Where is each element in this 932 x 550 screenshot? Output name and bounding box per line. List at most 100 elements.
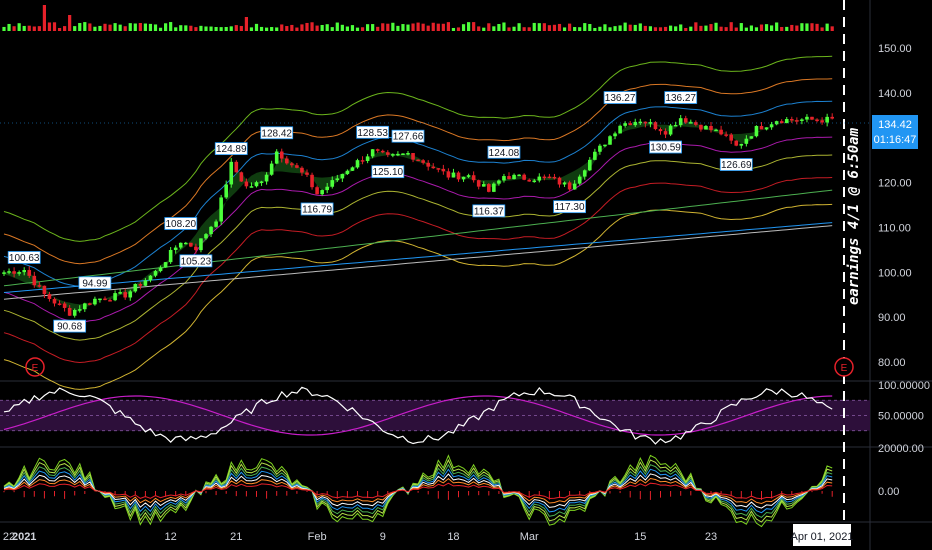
volume-bar xyxy=(699,25,703,31)
candle xyxy=(229,158,234,188)
volume-bar xyxy=(335,22,339,31)
time-tick-label: 18 xyxy=(447,531,459,543)
price-label: 130.59 xyxy=(649,140,682,154)
candle-body xyxy=(512,174,516,180)
price-label: 116.37 xyxy=(472,204,506,217)
candle-body xyxy=(790,119,794,121)
volume-bar xyxy=(830,26,834,31)
candle-body xyxy=(598,145,602,152)
candle-body xyxy=(431,166,436,169)
volume-bar xyxy=(7,23,11,31)
candle-body xyxy=(83,303,87,310)
volume-bar xyxy=(209,26,213,31)
volume-bar xyxy=(52,22,57,31)
candle-body xyxy=(658,129,663,132)
price-label: 124.08 xyxy=(487,145,521,159)
earnings-marker-left[interactable]: E xyxy=(25,357,45,377)
candle-body xyxy=(88,303,92,305)
time-tick-label: Feb xyxy=(308,531,327,543)
moving-average-green xyxy=(3,189,833,287)
volume-bar xyxy=(694,22,698,31)
candle-body xyxy=(2,272,6,274)
candle-body xyxy=(603,144,607,147)
volume-bar xyxy=(57,27,62,31)
volume-bar xyxy=(593,27,597,31)
candle-body xyxy=(93,298,97,305)
volume-bar xyxy=(133,23,137,31)
volume-bar xyxy=(229,26,233,31)
candle-body xyxy=(517,174,521,177)
candle-body xyxy=(148,275,153,281)
price-label-text: 90.68 xyxy=(57,322,82,333)
volume-bar xyxy=(280,24,284,31)
volume-bar xyxy=(426,25,430,31)
volume-bars xyxy=(2,5,834,31)
price-tick-label: 80.00 xyxy=(878,357,906,369)
candle-body xyxy=(204,234,208,239)
candle xyxy=(790,116,794,124)
price-chart[interactable]: 100.63 94.99 90.68 108.20 105.23 124.89 128.42… xyxy=(0,0,932,550)
volume-bar xyxy=(37,26,41,31)
volume-bar xyxy=(658,27,663,31)
price-label: 136.27 xyxy=(664,91,698,104)
candle-body xyxy=(492,183,496,192)
candle xyxy=(163,261,168,268)
time-tick-label: 9 xyxy=(380,531,386,543)
candle-body xyxy=(72,310,77,316)
candle-body xyxy=(749,136,754,139)
volume-bar xyxy=(219,27,223,31)
momentum-tick-label: 0.00 xyxy=(878,486,899,498)
candle-body xyxy=(158,267,163,272)
volume-bar xyxy=(643,25,647,31)
candle-body xyxy=(724,134,728,136)
volume-bar xyxy=(502,22,506,31)
volume-bar xyxy=(825,23,829,31)
candle-body xyxy=(279,151,284,159)
volume-bar xyxy=(810,23,814,31)
volume-bar xyxy=(138,22,142,31)
candle-body xyxy=(62,303,67,308)
volume-bar xyxy=(578,27,582,31)
price-label: 128.53 xyxy=(356,125,390,139)
price-label-text: 124.08 xyxy=(489,148,520,159)
candle-body xyxy=(168,249,173,263)
candle-body xyxy=(436,168,441,170)
volume-bar xyxy=(345,26,349,31)
volume-bar xyxy=(249,27,254,31)
candle xyxy=(719,125,723,136)
volume-bar xyxy=(482,27,486,31)
current-date-tag: Apr 01, 2021 xyxy=(791,524,854,546)
volume-bar xyxy=(714,22,718,31)
volume-bar xyxy=(381,23,385,31)
candle-body xyxy=(411,153,415,160)
earnings-marker-right[interactable]: E xyxy=(834,357,854,377)
candle-body xyxy=(67,307,72,316)
candle-body xyxy=(744,138,749,144)
candle-body xyxy=(52,298,57,304)
candle-body xyxy=(173,247,178,250)
volume-bar xyxy=(285,26,289,31)
volume-bar xyxy=(123,26,127,31)
price-tick-label: 120.00 xyxy=(878,178,912,190)
volume-bar xyxy=(406,24,410,31)
candle xyxy=(754,125,759,138)
candle-body xyxy=(820,120,824,123)
volume-bar xyxy=(148,23,153,31)
price-label-text: 100.63 xyxy=(9,253,40,264)
candle-body xyxy=(774,121,779,125)
last-price-tag: 134.42 01:16:47 xyxy=(872,115,918,149)
volume-bar xyxy=(679,24,683,31)
candle-body xyxy=(769,124,774,128)
volume-bar xyxy=(451,27,456,31)
volume-bar xyxy=(648,26,652,31)
candle-body xyxy=(613,133,617,137)
volume-bar xyxy=(360,27,365,31)
candle-body xyxy=(310,174,314,188)
volume-bar xyxy=(234,25,238,31)
candle-body xyxy=(815,119,819,122)
candle-body xyxy=(274,151,279,164)
volume-bar xyxy=(674,26,678,31)
candle xyxy=(340,173,345,183)
volume-bar xyxy=(300,24,304,31)
candle xyxy=(734,140,739,147)
